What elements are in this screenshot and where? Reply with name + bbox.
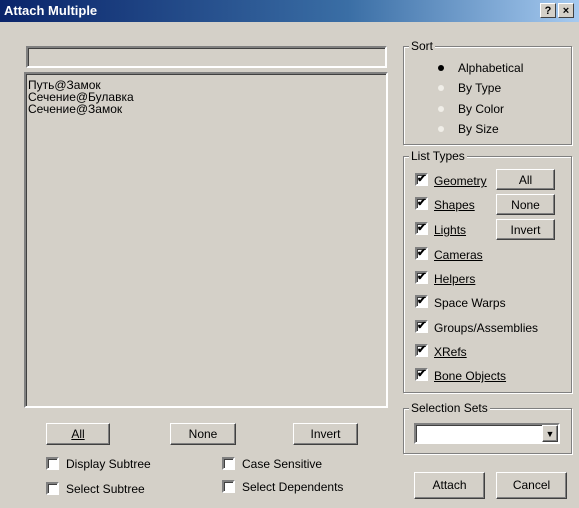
lights-checkbox[interactable]: ✔ <box>415 222 428 235</box>
close-button[interactable]: × <box>558 3 574 18</box>
bone-objects-checkbox[interactable]: ✔ <box>415 368 428 381</box>
sort-by-type-label: By Type <box>458 81 502 95</box>
list-types-group: List Types <box>403 149 572 393</box>
types-all-label: All <box>518 173 533 187</box>
check-icon: ✔ <box>417 173 427 185</box>
case-sensitive-label: Case Sensitive <box>242 457 323 471</box>
select-all-label: All <box>71 427 85 441</box>
xrefs-label: XRefs <box>434 345 467 359</box>
types-invert-label: Invert <box>510 223 541 237</box>
check-icon: ✔ <box>417 344 427 356</box>
title-bar: Attach Multiple ? × <box>0 0 579 22</box>
check-icon: ✔ <box>417 368 427 380</box>
check-icon: ✔ <box>417 222 427 234</box>
list-item[interactable]: Сечение@Замок <box>27 103 386 115</box>
selection-sets-dropdown[interactable]: ▼ <box>414 423 560 444</box>
check-icon: ✔ <box>417 320 427 332</box>
sort-by-size-label: By Size <box>458 122 499 136</box>
check-icon: ✔ <box>417 295 427 307</box>
radio-empty-icon <box>438 106 444 112</box>
cancel-label: Cancel <box>512 478 551 492</box>
select-none-button[interactable]: None <box>170 423 236 445</box>
cancel-button[interactable]: Cancel <box>496 472 567 499</box>
select-subtree-label: Select Subtree <box>66 482 145 496</box>
shapes-checkbox[interactable]: ✔ <box>415 197 428 210</box>
list-types-group-title: List Types <box>409 149 467 163</box>
attach-button[interactable]: Attach <box>414 472 485 499</box>
cameras-checkbox[interactable]: ✔ <box>415 247 428 260</box>
types-none-button[interactable]: None <box>496 194 555 215</box>
space-warps-checkbox[interactable]: ✔ <box>415 295 428 308</box>
select-all-button[interactable]: All <box>46 423 110 445</box>
select-dependents-label: Select Dependents <box>242 480 344 494</box>
types-none-label: None <box>511 198 540 212</box>
geometry-label: Geometry <box>434 174 487 188</box>
groups-assemblies-checkbox[interactable]: ✔ <box>415 320 428 333</box>
sort-alphabetical-label: Alphabetical <box>458 61 524 75</box>
check-icon: ✔ <box>417 197 427 209</box>
space-warps-label: Space Warps <box>434 296 506 310</box>
select-none-label: None <box>188 427 218 441</box>
display-subtree-label: Display Subtree <box>66 457 151 471</box>
select-subtree-checkbox[interactable] <box>46 482 59 495</box>
lights-label: Lights <box>434 223 467 237</box>
check-icon: ✔ <box>417 271 427 283</box>
radio-empty-icon <box>438 85 444 91</box>
cameras-label: Cameras <box>434 248 483 262</box>
check-icon: ✔ <box>417 247 427 259</box>
sort-group-title: Sort <box>409 39 436 53</box>
display-subtree-checkbox[interactable] <box>46 457 59 470</box>
object-list[interactable]: Путь@Замок Сечение@Булавка Сечение@Замок <box>24 72 388 408</box>
groups-assemblies-label: Groups/Assemblies <box>434 321 539 335</box>
radio-dot-icon <box>438 65 444 71</box>
xrefs-checkbox[interactable]: ✔ <box>415 344 428 357</box>
help-button[interactable]: ? <box>540 3 556 18</box>
bone-objects-label: Bone Objects <box>434 369 507 383</box>
selection-sets-group-title: Selection Sets <box>409 401 490 415</box>
filter-input[interactable] <box>26 46 387 68</box>
types-all-button[interactable]: All <box>496 169 555 190</box>
shapes-label: Shapes <box>434 198 475 212</box>
case-sensitive-checkbox[interactable] <box>222 457 235 470</box>
chevron-down-icon: ▼ <box>545 429 555 439</box>
types-invert-button[interactable]: Invert <box>496 219 555 240</box>
window-title: Attach Multiple <box>4 3 98 18</box>
attach-label: Attach <box>432 478 467 492</box>
helpers-label: Helpers <box>434 272 476 286</box>
sort-by-color-label: By Color <box>458 102 505 116</box>
dropdown-arrow-button[interactable]: ▼ <box>542 425 558 442</box>
select-invert-label: Invert <box>310 427 341 441</box>
select-invert-button[interactable]: Invert <box>293 423 358 445</box>
helpers-checkbox[interactable]: ✔ <box>415 271 428 284</box>
radio-empty-icon <box>438 126 444 132</box>
geometry-checkbox[interactable]: ✔ <box>415 173 428 186</box>
select-dependents-checkbox[interactable] <box>222 480 235 493</box>
